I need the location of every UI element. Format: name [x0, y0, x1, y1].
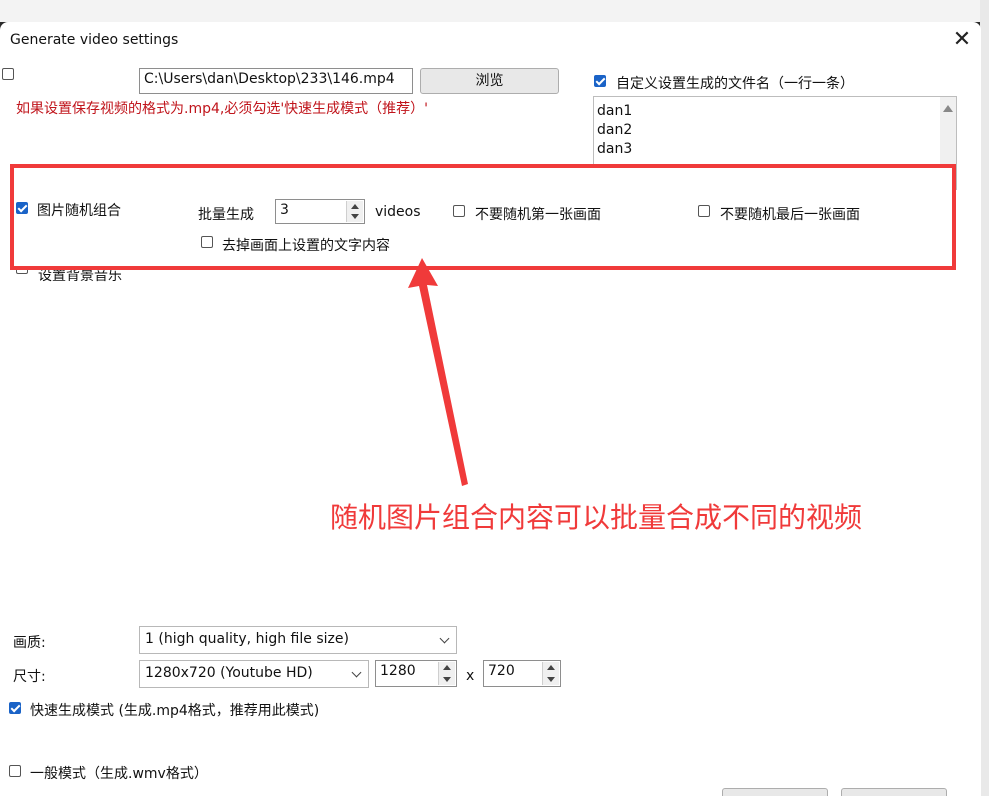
- width-value: 1280: [380, 663, 416, 679]
- dialog-title: Generate video settings: [10, 32, 179, 48]
- size-label: 尺寸:: [13, 669, 46, 685]
- annotation-arrow: [408, 258, 468, 486]
- fast-mode-label: 快速生成模式 (生成.mp4格式，推荐用此模式): [30, 703, 320, 719]
- custom-name-line: dan2: [597, 122, 633, 138]
- cancel-button[interactable]: [841, 788, 947, 796]
- normal-mode-checkbox[interactable]: [9, 765, 21, 777]
- chevron-down-icon: [439, 633, 450, 644]
- height-stepper[interactable]: 720: [483, 660, 561, 687]
- size-preset-value: 1280x720 (Youtube HD): [145, 665, 313, 681]
- height-value: 720: [488, 663, 515, 679]
- scroll-up-icon[interactable]: [943, 105, 953, 112]
- custom-name-checkbox[interactable]: [594, 75, 606, 87]
- quality-value: 1 (high quality, high file size): [145, 631, 349, 647]
- size-preset-select[interactable]: 1280x720 (Youtube HD): [139, 660, 369, 688]
- background-app-edge: [980, 0, 989, 796]
- spin-up-icon[interactable]: [547, 665, 555, 670]
- spin-down-icon[interactable]: [443, 677, 451, 682]
- size-x-label: x: [466, 668, 475, 684]
- mp4-warning-text: 如果设置保存视频的格式为.mp4,必须勾选'快速生成模式（推荐）': [16, 101, 429, 117]
- spin-up-icon[interactable]: [443, 665, 451, 670]
- title-bar: Generate video settings ✕: [0, 22, 981, 58]
- normal-mode-label: 一般模式（生成.wmv格式）: [30, 766, 208, 782]
- output-path-input[interactable]: C:\Users\dan\Desktop\233\146.mp4: [139, 68, 413, 94]
- chevron-down-icon: [351, 667, 362, 678]
- settings-dialog: Generate video settings ✕ C:\Users\dan\D…: [0, 22, 981, 796]
- browse-button[interactable]: 浏览: [420, 68, 559, 94]
- quality-label: 画质:: [13, 635, 46, 651]
- custom-name-line: dan1: [597, 103, 633, 119]
- width-stepper[interactable]: 1280: [375, 660, 457, 687]
- quality-select[interactable]: 1 (high quality, high file size): [139, 626, 457, 654]
- fast-mode-checkbox[interactable]: [9, 702, 21, 714]
- width-spinner[interactable]: [438, 662, 455, 685]
- height-spinner[interactable]: [542, 662, 559, 685]
- close-icon[interactable]: ✕: [948, 26, 976, 54]
- custom-name-label: 自定义设置生成的文件名（一行一条）: [616, 76, 854, 92]
- annotation-text: 随机图片组合内容可以批量合成不同的视频: [330, 501, 863, 534]
- spin-down-icon[interactable]: [547, 677, 555, 682]
- custom-name-line: dan3: [597, 141, 633, 157]
- output-path-checkbox[interactable]: [2, 68, 14, 80]
- ok-button[interactable]: [722, 788, 828, 796]
- annotation-highlight-box: [10, 164, 956, 270]
- background-app-strip: [0, 0, 989, 22]
